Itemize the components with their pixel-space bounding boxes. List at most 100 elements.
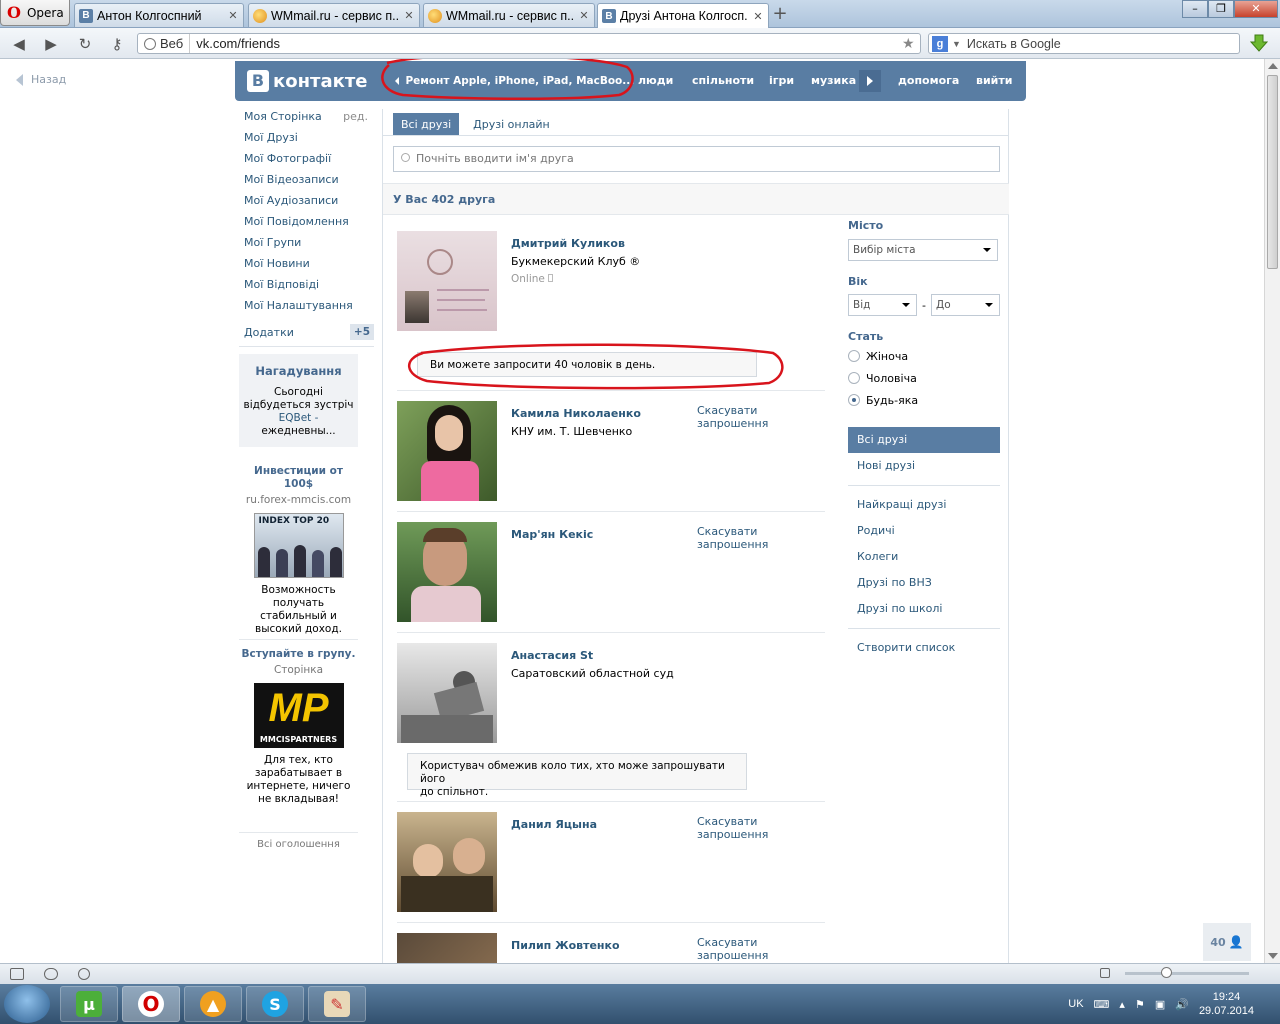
cancel-invite-link[interactable]: Скасувати запрошення [697,404,825,430]
menu-my-groups[interactable]: Мої Групи [244,235,374,256]
zoom-knob[interactable] [1161,967,1172,978]
nav-games[interactable]: ігри [769,74,794,87]
page-scrollbar[interactable] [1264,59,1280,963]
gender-any-radio[interactable]: Будь-яка [848,389,1000,411]
friend-search-input[interactable]: Почніть вводити ім'я друга [393,146,1000,172]
forward-arrow-icon[interactable]: ▶ [42,35,60,53]
browser-tab-active[interactable]: B Друзі Антона Колгосп... ✕ [597,3,769,28]
nav-music[interactable]: музика [811,74,856,87]
menu-my-friends[interactable]: Мої Друзі [244,130,374,151]
friend-avatar[interactable] [397,812,497,912]
menu-my-photos[interactable]: Мої Фотографії [244,151,374,172]
taskbar-utorrent[interactable]: µ [60,986,118,1022]
close-tab-icon[interactable]: ✕ [227,9,239,22]
bookmark-star-icon[interactable]: ★ [902,35,920,52]
browser-tab[interactable]: WMmail.ru - сервис п... ✕ [248,3,420,27]
list-school-friends[interactable]: Друзі по школі [848,596,1000,622]
network-icon[interactable]: ▣ [1155,998,1165,1011]
scroll-up-icon[interactable] [1268,63,1278,69]
edit-link[interactable]: ред. [343,109,368,125]
cancel-invite-link[interactable]: Скасувати запрошення [697,815,825,841]
address-mode[interactable]: Веб [138,34,191,53]
action-center-flag-icon[interactable]: ⚑ [1135,998,1145,1011]
cancel-invite-link[interactable]: Скасувати запрошення [697,936,825,962]
tray-arrow-icon[interactable]: ▴ [1119,998,1125,1011]
ad-title[interactable]: Инвестиции от 100$ [239,465,358,491]
download-icon[interactable] [1250,34,1268,52]
menu-my-news[interactable]: Мої Новини [244,256,374,277]
back-link[interactable]: Назад [16,73,66,86]
browser-tab[interactable]: WMmail.ru - сервис п... ✕ [423,3,595,27]
tab-all-friends[interactable]: Всі друзі [393,113,460,136]
menu-apps[interactable]: Додатки +5 [244,324,374,340]
clock[interactable]: 19:24 29.07.2014 [1199,990,1254,1018]
friend-avatar[interactable] [397,522,497,622]
taskbar-paint[interactable]: ✎ [308,986,366,1022]
list-university-friends[interactable]: Друзі по ВНЗ [848,570,1000,596]
start-button[interactable] [4,985,50,1023]
url-field[interactable]: Веб vk.com/friends ★ [137,33,921,54]
taskbar-opera[interactable]: O [122,986,180,1022]
close-tab-icon[interactable]: ✕ [403,9,415,22]
browser-tab[interactable]: B Антон Колгоспний ✕ [74,3,244,27]
nav-people[interactable]: люди [638,74,673,87]
turbo-gauge-icon[interactable] [78,968,90,980]
search-engine-dropdown-icon[interactable]: ▼ [952,39,961,49]
list-relatives[interactable]: Родичі [848,518,1000,544]
friend-name[interactable]: Дмитрий Куликов [511,237,625,250]
menu-my-page[interactable]: Моя Сторінка ред. [244,109,374,130]
minimize-button[interactable]: – [1182,0,1208,18]
invites-counter-badge[interactable]: 40 👤 [1203,923,1251,961]
ad-block[interactable]: Вступайте в групу. Сторінка MP MMCISPART… [239,648,358,806]
friend-avatar[interactable] [397,643,497,743]
menu-my-audio[interactable]: Мої Аудіозаписи [244,193,374,214]
age-from-select[interactable]: Від [848,294,917,316]
unite-cloud-icon[interactable] [44,968,58,980]
google-search-field[interactable]: g ▼ Искать в Google [928,33,1240,54]
friend-name[interactable]: Камила Николаенко [511,407,641,420]
close-window-button[interactable]: ✕ [1234,0,1278,18]
taskbar-aimp[interactable]: ▲ [184,986,242,1022]
back-arrow-icon[interactable]: ◀ [10,35,28,53]
ad-image[interactable]: INDEX TOP 20 [253,513,344,578]
panel-toggle-icon[interactable] [10,968,24,980]
scroll-thumb[interactable] [1267,75,1278,269]
ad-block[interactable]: Инвестиции от 100$ ru.forex-mmcis.com IN… [239,465,358,636]
create-list-link[interactable]: Створити список [848,635,1000,661]
cancel-invite-link[interactable]: Скасувати запрошення [697,525,825,551]
close-tab-icon[interactable]: ✕ [752,10,764,23]
friend-name[interactable]: Анастасия St [511,649,593,662]
all-ads-link[interactable]: Всі оголошення [239,839,358,850]
friend-name[interactable]: Мар'ян Кекіс [511,528,593,541]
volume-icon[interactable]: 🔊 [1175,998,1189,1011]
url-text[interactable]: vk.com/friends [190,36,902,51]
list-all-friends[interactable]: Всі друзі [848,427,1000,453]
close-tab-icon[interactable]: ✕ [578,9,590,22]
age-to-select[interactable]: До [930,294,1000,316]
language-indicator[interactable]: UK [1068,998,1083,1010]
gender-male-radio[interactable]: Чоловіча [848,367,1000,389]
friend-avatar[interactable] [397,231,497,331]
friend-name[interactable]: Данил Яцына [511,818,597,831]
keyboard-icon[interactable]: ⌨ [1094,998,1110,1011]
menu-my-settings[interactable]: Мої Налаштування [244,298,374,319]
friend-avatar[interactable] [397,401,497,501]
maximize-button[interactable]: ❐ [1208,0,1234,18]
opera-menu-button[interactable]: O Opera [0,0,70,26]
menu-my-answers[interactable]: Мої Відповіді [244,277,374,298]
menu-my-videos[interactable]: Мої Відеозаписи [244,172,374,193]
view-icon[interactable] [1100,968,1110,978]
ad-image[interactable]: MP MMCISPARTNERS [253,683,344,748]
nav-communities[interactable]: спільноти [692,74,754,87]
list-best-friends[interactable]: Найкращі друзі [848,492,1000,518]
reminder-event-link[interactable]: EQBet - [279,412,319,424]
city-select[interactable]: Вибір міста [848,239,998,261]
gender-female-radio[interactable]: Жіноча [848,345,1000,367]
scroll-down-icon[interactable] [1268,953,1278,959]
taskbar-skype[interactable]: S [246,986,304,1022]
zoom-slider[interactable] [1125,967,1249,978]
list-new-friends[interactable]: Нові друзі [848,453,1000,479]
menu-my-messages[interactable]: Мої Повідомлення [244,214,374,235]
tab-friends-online[interactable]: Друзі онлайн [465,113,558,136]
friend-avatar[interactable] [397,933,497,963]
